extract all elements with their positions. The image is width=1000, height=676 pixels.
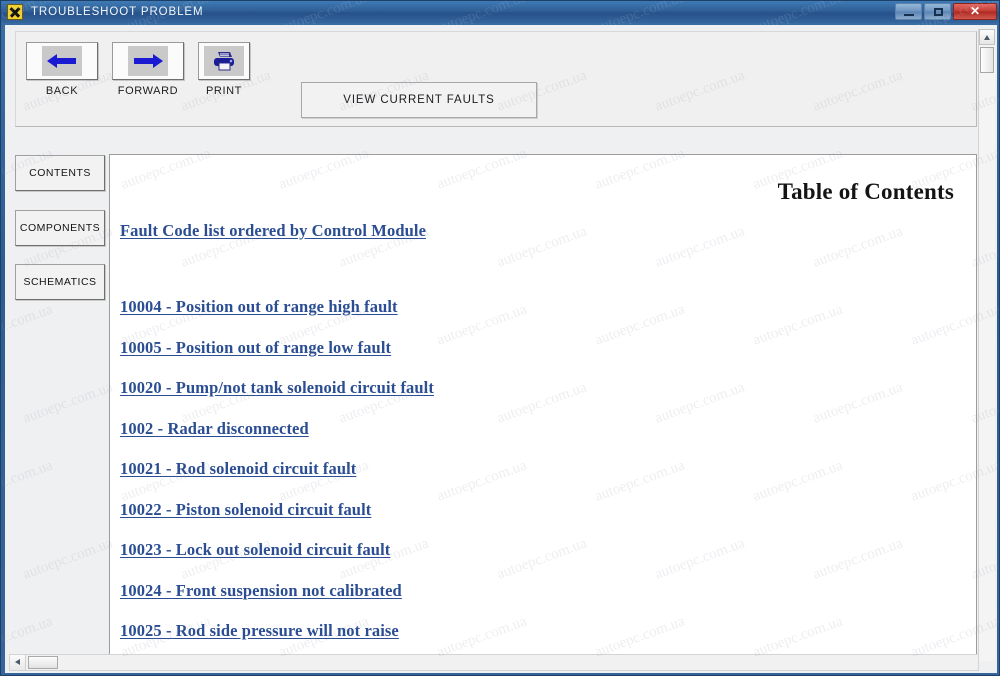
toc-link-10024[interactable]: 10024 - Front suspension not calibrated	[120, 581, 954, 601]
back-icon-pad	[42, 46, 82, 76]
scroll-left-arrow-icon[interactable]	[10, 655, 26, 670]
back-button[interactable]	[26, 42, 98, 80]
maximize-icon	[934, 8, 943, 16]
toc-link-10025[interactable]: 10025 - Rod side pressure will not raise	[120, 621, 954, 641]
view-current-faults-button[interactable]: VIEW CURRENT FAULTS	[301, 82, 537, 118]
toolbar: BACK FORWARD PRINT VIEW CURRENT FAULTS	[15, 31, 977, 127]
close-icon: ✕	[969, 4, 981, 18]
sidebar-item-schematics[interactable]: SCHEMATICS	[15, 264, 105, 300]
toc-link-10023[interactable]: 10023 - Lock out solenoid circuit fault	[120, 540, 954, 560]
forward-icon-pad	[128, 46, 168, 76]
close-button[interactable]: ✕	[953, 3, 997, 20]
application-window: TROUBLESHOOT PROBLEM ✕ BACK FORWARD PRIN…	[0, 0, 1000, 676]
sidebar-item-contents[interactable]: CONTENTS	[15, 155, 105, 191]
client-area: BACK FORWARD PRINT VIEW CURRENT FAULTS C…	[5, 25, 997, 673]
print-tool: PRINT	[198, 42, 250, 97]
print-label: PRINT	[206, 85, 242, 97]
back-label: BACK	[45, 85, 79, 97]
forward-tool: FORWARD	[112, 42, 184, 97]
toc-link-1002[interactable]: 1002 - Radar disconnected	[120, 419, 954, 439]
toc-link-fault-code-list[interactable]: Fault Code list ordered by Control Modul…	[120, 221, 954, 241]
horizontal-scrollbar[interactable]	[9, 654, 979, 671]
page-title: Table of Contents	[777, 179, 954, 204]
title-bar: TROUBLESHOOT PROBLEM ✕	[1, 1, 999, 23]
minimize-icon	[904, 14, 914, 16]
lower-panel: CONTENTS COMPONENTS SCHEMATICS Table of …	[5, 130, 997, 673]
sidebar-item-components[interactable]: COMPONENTS	[15, 210, 105, 246]
forward-label: FORWARD	[117, 85, 179, 97]
printer-icon	[214, 52, 234, 71]
minimize-button[interactable]	[895, 3, 922, 20]
wrench-x-icon	[7, 4, 23, 20]
toc-link-10021[interactable]: 10021 - Rod solenoid circuit fault	[120, 459, 954, 479]
forward-button[interactable]	[112, 42, 184, 80]
nav-tool-group: BACK FORWARD PRINT	[26, 42, 250, 97]
back-tool: BACK	[26, 42, 98, 97]
horizontal-scroll-thumb[interactable]	[28, 656, 58, 669]
scroll-up-arrow-icon[interactable]	[979, 29, 995, 45]
print-icon-pad	[204, 46, 244, 76]
vertical-scroll-thumb[interactable]	[980, 47, 994, 73]
toc-link-10022[interactable]: 10022 - Piston solenoid circuit fault	[120, 500, 954, 520]
arrow-right-icon	[134, 54, 163, 68]
sidebar: CONTENTS COMPONENTS SCHEMATICS	[15, 130, 107, 673]
maximize-button[interactable]	[924, 3, 951, 20]
toc-link-10020[interactable]: 10020 - Pump/not tank solenoid circuit f…	[120, 378, 954, 398]
toc-link-10004[interactable]: 10004 - Position out of range high fault	[120, 297, 954, 317]
toc-link-10005[interactable]: 10005 - Position out of range low fault	[120, 338, 954, 358]
window-controls: ✕	[895, 3, 997, 20]
content-panel: Table of Contents Fault Code list ordere…	[109, 154, 977, 671]
toc-link-list: Fault Code list ordered by Control Modul…	[120, 221, 954, 670]
vertical-scrollbar[interactable]	[978, 29, 995, 661]
window-title: TROUBLESHOOT PROBLEM	[31, 6, 204, 18]
document-body: Table of Contents Fault Code list ordere…	[110, 155, 976, 670]
arrow-left-icon	[47, 54, 76, 68]
print-button[interactable]	[198, 42, 250, 80]
